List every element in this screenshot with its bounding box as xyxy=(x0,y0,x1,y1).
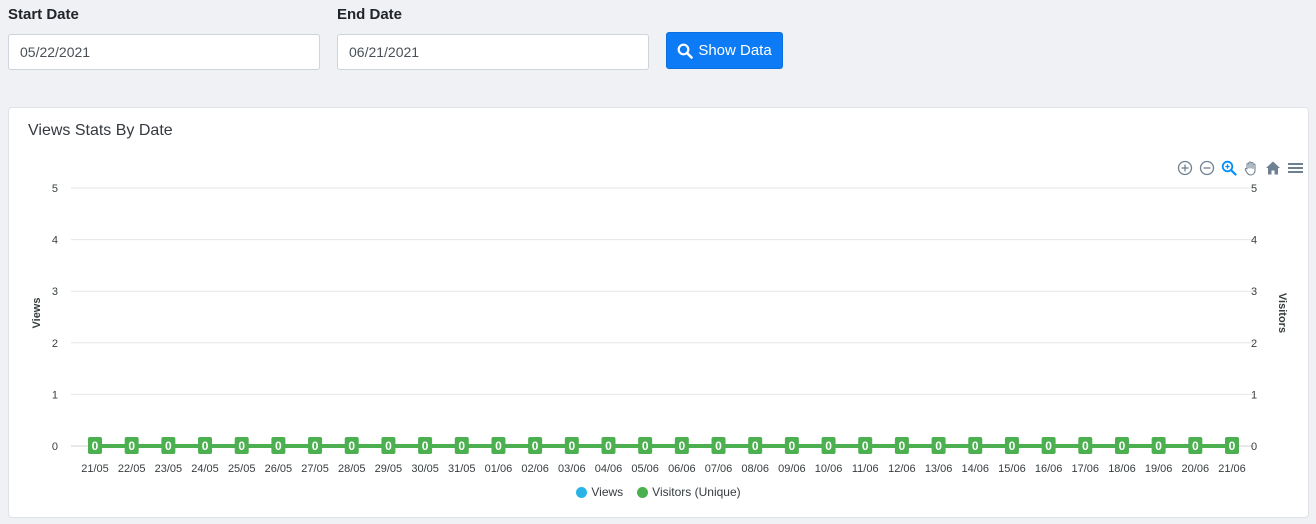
data-label: 0 xyxy=(238,439,245,453)
data-label: 0 xyxy=(825,439,832,453)
x-tick-label: 23/05 xyxy=(155,463,183,475)
end-date-label: End Date xyxy=(337,6,403,23)
y-tick-label: 3 xyxy=(52,286,58,298)
legend-item-visitors[interactable]: Visitors (Unique) xyxy=(637,485,741,499)
data-label: 0 xyxy=(348,439,355,453)
x-tick-label: 12/06 xyxy=(888,463,916,475)
x-tick-label: 05/06 xyxy=(631,463,659,475)
x-tick-label: 02/06 xyxy=(521,463,549,475)
data-label: 0 xyxy=(92,439,99,453)
y-right-tick-label: 4 xyxy=(1251,235,1257,247)
data-label: 0 xyxy=(495,439,502,453)
x-tick-label: 27/05 xyxy=(301,463,329,475)
legend-label-views: Views xyxy=(591,485,624,499)
x-tick-label: 07/06 xyxy=(705,463,733,475)
show-data-button[interactable]: Show Data xyxy=(666,32,783,69)
x-tick-label: 15/06 xyxy=(998,463,1026,475)
legend-marker-visitors xyxy=(637,486,649,498)
y-tick-label: 2 xyxy=(52,338,58,350)
data-label: 0 xyxy=(275,439,282,453)
data-label: 0 xyxy=(642,439,649,453)
data-label: 0 xyxy=(935,439,942,453)
x-tick-label: 14/06 xyxy=(961,463,989,475)
data-label: 0 xyxy=(899,439,906,453)
legend-marker-views xyxy=(576,486,588,498)
data-label: 0 xyxy=(1229,439,1236,453)
y-tick-label: 5 xyxy=(52,183,58,195)
x-tick-label: 21/05 xyxy=(81,463,109,475)
y-right-tick-label: 0 xyxy=(1251,441,1257,453)
x-tick-label: 13/06 xyxy=(925,463,953,475)
data-label: 0 xyxy=(1082,439,1089,453)
data-label: 0 xyxy=(1119,439,1126,453)
data-label: 0 xyxy=(165,439,172,453)
x-tick-label: 11/06 xyxy=(852,463,879,475)
y-right-tick-label: 2 xyxy=(1251,338,1257,350)
x-tick-label: 25/05 xyxy=(228,463,256,475)
x-tick-label: 30/05 xyxy=(411,463,439,475)
x-tick-label: 22/05 xyxy=(118,463,146,475)
data-label: 0 xyxy=(1192,439,1199,453)
show-data-label: Show Data xyxy=(698,42,772,59)
x-tick-label: 29/05 xyxy=(375,463,403,475)
search-icon xyxy=(677,43,694,59)
x-tick-label: 20/06 xyxy=(1182,463,1210,475)
views-stats-chart: 0 0 1 1 2 2 3 3 4 4 5 5 Views Visitors 21/05 22/05 23/05… xyxy=(31,183,1288,475)
x-tick-label: 08/06 xyxy=(741,463,769,475)
data-label: 0 xyxy=(1009,439,1016,453)
x-tick-label: 03/06 xyxy=(558,463,586,475)
y-right-tick-label: 3 xyxy=(1251,286,1257,298)
x-tick-label: 28/05 xyxy=(338,463,366,475)
views-stats-card: Views Stats By Date 0 0 1 1 2 2 3 3 4 4 5 5 Views Vis… xyxy=(8,107,1309,518)
y-right-axis-title: Visitors xyxy=(1276,293,1288,333)
x-tick-label: 26/05 xyxy=(265,463,293,475)
y-tick-label: 1 xyxy=(52,389,58,401)
x-tick-label: 06/06 xyxy=(668,463,696,475)
x-tick-label: 31/05 xyxy=(448,463,476,475)
y-right-tick-label: 5 xyxy=(1251,183,1257,195)
x-tick-label: 17/06 xyxy=(1072,463,1100,475)
x-tick-label: 01/06 xyxy=(485,463,513,475)
data-label: 0 xyxy=(1155,439,1162,453)
y-tick-label: 0 xyxy=(52,441,58,453)
legend-item-views[interactable]: Views xyxy=(576,485,623,499)
data-label: 0 xyxy=(972,439,979,453)
data-label: 0 xyxy=(128,439,135,453)
x-tick-label: 16/06 xyxy=(1035,463,1063,475)
data-label: 0 xyxy=(678,439,685,453)
end-date-input[interactable] xyxy=(337,34,649,70)
x-tick-label: 24/05 xyxy=(191,463,219,475)
data-label: 0 xyxy=(752,439,759,453)
data-label: 0 xyxy=(458,439,465,453)
data-label: 0 xyxy=(715,439,722,453)
data-label: 0 xyxy=(605,439,612,453)
data-label: 0 xyxy=(862,439,869,453)
data-label: 0 xyxy=(312,439,319,453)
x-tick-label: 09/06 xyxy=(778,463,806,475)
chart-legend: Views Visitors (Unique) xyxy=(9,485,1308,499)
data-label: 0 xyxy=(385,439,392,453)
y-right-tick-label: 1 xyxy=(1251,389,1257,401)
y-axis-title: Views xyxy=(31,298,43,329)
x-tick-label: 21/06 xyxy=(1218,463,1246,475)
data-label: 0 xyxy=(202,439,209,453)
data-label: 0 xyxy=(422,439,429,453)
data-label: 0 xyxy=(568,439,575,453)
x-tick-label: 18/06 xyxy=(1108,463,1136,475)
start-date-input[interactable] xyxy=(8,34,320,70)
data-label: 0 xyxy=(789,439,796,453)
data-label: 0 xyxy=(1045,439,1052,453)
data-label: 0 xyxy=(532,439,539,453)
x-tick-label: 10/06 xyxy=(815,463,843,475)
y-tick-label: 4 xyxy=(52,235,58,247)
x-tick-label: 19/06 xyxy=(1145,463,1173,475)
start-date-label: Start Date xyxy=(8,6,79,23)
x-tick-label: 04/06 xyxy=(595,463,623,475)
legend-label-visitors: Visitors (Unique) xyxy=(652,485,741,499)
